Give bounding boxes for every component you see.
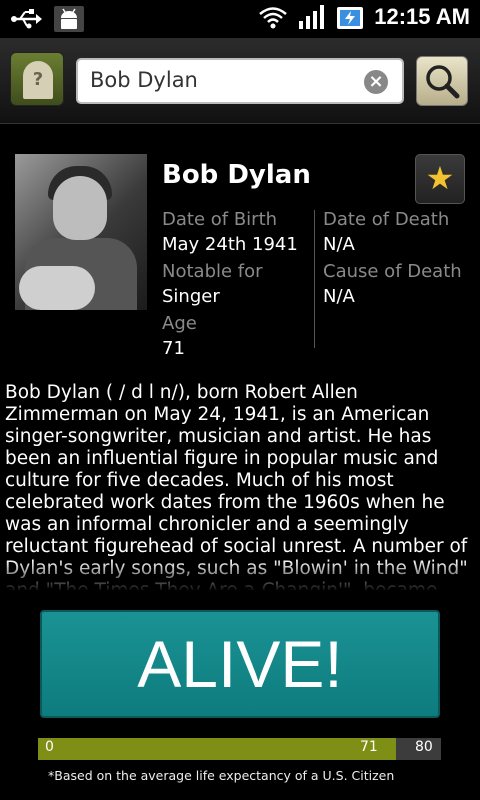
star-icon: ★ xyxy=(425,159,455,197)
clock: 12:15 AM xyxy=(374,4,470,29)
status-bar: 12:15 AM xyxy=(0,0,480,38)
life-expectancy-bar: 0 71 80 xyxy=(38,738,441,760)
age-value: 71 xyxy=(162,338,185,359)
person-photo xyxy=(15,154,147,310)
battery-charging-icon xyxy=(337,7,364,29)
app-logo-icon[interactable]: ? xyxy=(10,52,64,106)
life-bar-current-label: 71 xyxy=(360,739,378,755)
signal-icon xyxy=(299,5,325,29)
alive-status-label: ALIVE! xyxy=(137,627,343,701)
wifi-icon xyxy=(259,7,288,29)
life-bar-start-label: 0 xyxy=(45,739,54,755)
biography-fade xyxy=(0,560,480,592)
person-name: Bob Dylan xyxy=(162,160,311,190)
biography-text[interactable]: Bob Dylan ( / d l n/), born Robert Allen… xyxy=(5,382,475,590)
usb-icon xyxy=(11,9,42,29)
cause-value: N/A xyxy=(323,286,355,307)
clear-icon[interactable]: × xyxy=(364,70,388,94)
favorite-button[interactable]: ★ xyxy=(415,154,465,204)
search-icon xyxy=(426,65,460,99)
notable-value: Singer xyxy=(162,286,220,307)
alive-status-button[interactable]: ALIVE! xyxy=(40,610,440,718)
search-button[interactable] xyxy=(416,56,468,106)
cause-label: Cause of Death xyxy=(323,261,462,282)
dob-label: Date of Birth xyxy=(162,209,278,230)
search-field[interactable]: × xyxy=(76,58,404,104)
notable-label: Notable for xyxy=(162,261,263,282)
search-input[interactable] xyxy=(90,60,360,100)
life-expectancy-footnote: *Based on the average life expectancy of… xyxy=(48,768,395,783)
dod-value: N/A xyxy=(323,234,355,255)
search-header: ? × xyxy=(0,38,480,124)
android-debug-icon xyxy=(54,6,84,32)
dod-label: Date of Death xyxy=(323,209,450,230)
dob-value: May 24th 1941 xyxy=(162,234,298,255)
column-divider xyxy=(314,210,315,348)
life-expectancy-fill xyxy=(38,738,396,760)
life-bar-max-label: 80 xyxy=(415,739,433,755)
age-label: Age xyxy=(162,313,197,334)
